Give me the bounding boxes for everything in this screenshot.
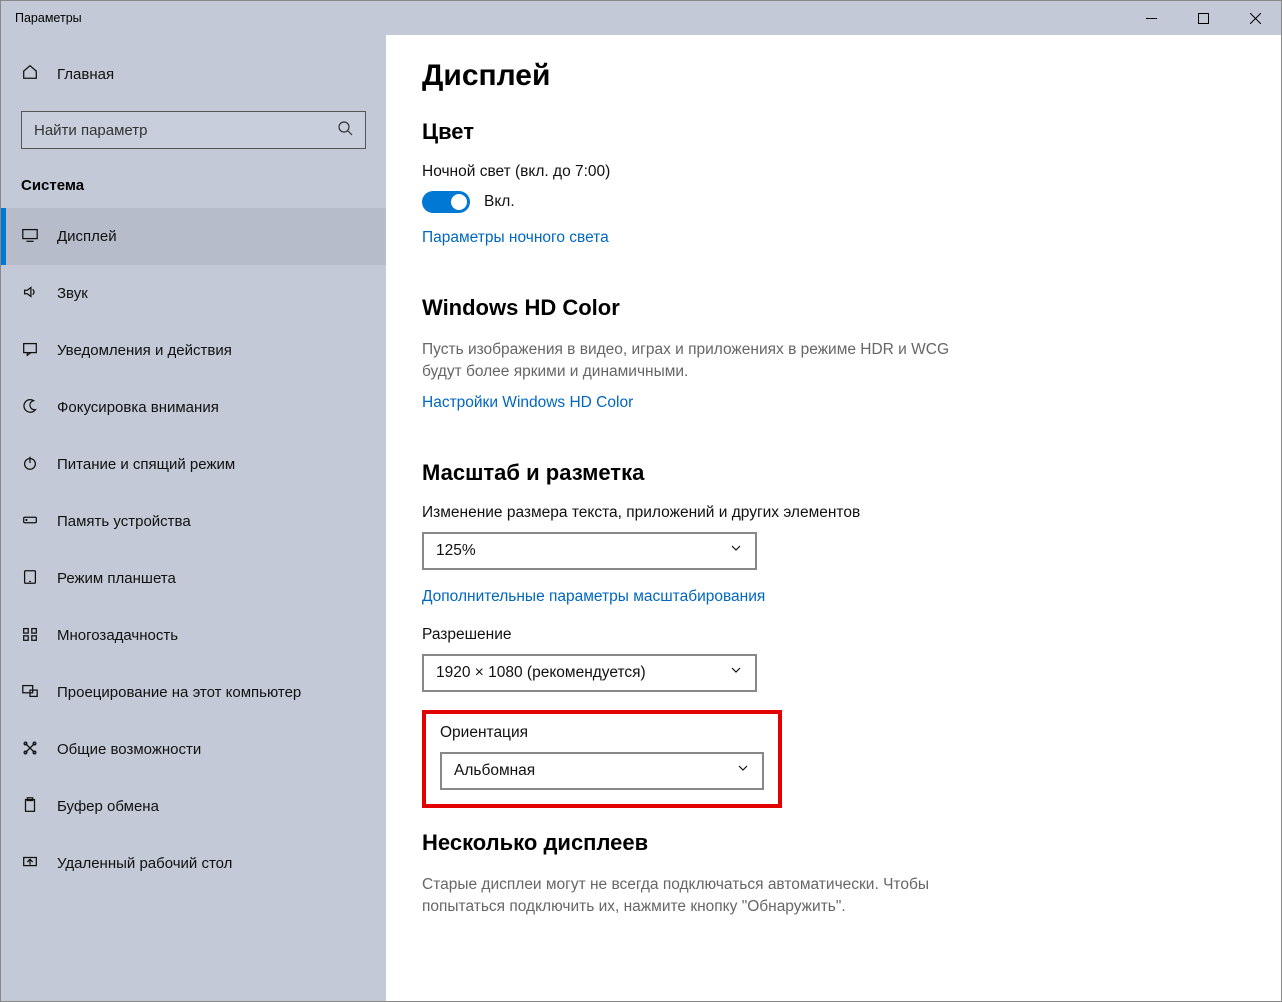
resolution-value: 1920 × 1080 (рекомендуется) [436, 664, 646, 682]
sidebar-item-label: Общие возможности [57, 741, 201, 758]
sidebar-item-label: Режим планшета [57, 570, 176, 587]
night-light-toggle[interactable] [422, 191, 470, 213]
scale-value: 125% [436, 542, 476, 560]
content-pane: Дисплей Цвет Ночной свет (вкл. до 7:00) … [386, 35, 1281, 1001]
moon-icon [21, 397, 39, 419]
sidebar-home-label: Главная [57, 66, 114, 83]
night-light-settings-link[interactable]: Параметры ночного света [422, 229, 609, 247]
remote-icon [21, 853, 39, 875]
sidebar-item-label: Проецирование на этот компьютер [57, 684, 301, 701]
sidebar-item-storage[interactable]: Память устройства [1, 493, 386, 550]
section-multiple-displays: Несколько дисплеев [422, 830, 1241, 856]
close-button[interactable] [1229, 1, 1281, 35]
section-color: Цвет [422, 119, 1241, 145]
shared-icon [21, 739, 39, 761]
page-title: Дисплей [422, 59, 1241, 93]
orientation-dropdown[interactable]: Альбомная [440, 752, 764, 790]
sidebar-item-notifications[interactable]: Уведомления и действия [1, 322, 386, 379]
sound-icon [21, 283, 39, 305]
search-input[interactable] [21, 111, 366, 149]
sidebar-item-remote[interactable]: Удаленный рабочий стол [1, 835, 386, 892]
minimize-button[interactable] [1125, 1, 1177, 35]
sidebar-item-shared[interactable]: Общие возможности [1, 721, 386, 778]
resolution-label: Разрешение [422, 626, 1241, 644]
resolution-dropdown[interactable]: 1920 × 1080 (рекомендуется) [422, 654, 757, 692]
orientation-label: Ориентация [440, 724, 764, 742]
sidebar-item-multitask[interactable]: Многозадачность [1, 607, 386, 664]
search-field[interactable] [34, 122, 337, 139]
orientation-value: Альбомная [454, 762, 535, 780]
titlebar: Параметры [1, 1, 1281, 35]
storage-icon [21, 511, 39, 533]
sidebar-item-projecting[interactable]: Проецирование на этот компьютер [1, 664, 386, 721]
section-hdr: Windows HD Color [422, 295, 1241, 321]
sidebar-item-label: Буфер обмена [57, 798, 159, 815]
sidebar-item-label: Дисплей [57, 228, 117, 245]
multiple-displays-desc: Старые дисплеи могут не всегда подключат… [422, 874, 982, 919]
chevron-down-icon [736, 761, 750, 780]
sidebar-item-label: Многозадачность [57, 627, 178, 644]
sidebar-item-label: Память устройства [57, 513, 191, 530]
sidebar-item-label: Уведомления и действия [57, 342, 232, 359]
sidebar-item-clipboard[interactable]: Буфер обмена [1, 778, 386, 835]
scale-dropdown[interactable]: 125% [422, 532, 757, 570]
orientation-highlight: Ориентация Альбомная [422, 710, 782, 808]
section-scale: Масштаб и разметка [422, 460, 1241, 486]
sidebar-item-power[interactable]: Питание и спящий режим [1, 436, 386, 493]
scale-label: Изменение размера текста, приложений и д… [422, 504, 1241, 522]
chevron-down-icon [729, 663, 743, 682]
window-title: Параметры [1, 11, 1125, 25]
sidebar-item-label: Удаленный рабочий стол [57, 855, 232, 872]
hdr-description: Пусть изображения в видео, играх и прило… [422, 339, 982, 384]
search-icon [337, 120, 353, 141]
sidebar-item-display[interactable]: Дисплей [1, 208, 386, 265]
clipboard-icon [21, 796, 39, 818]
toggle-state-label: Вкл. [484, 193, 515, 211]
sidebar-item-label: Фокусировка внимания [57, 399, 219, 416]
tablet-icon [21, 568, 39, 590]
maximize-button[interactable] [1177, 1, 1229, 35]
sidebar: Главная Система Дисплей Звук Уведомления… [1, 35, 386, 1001]
project-icon [21, 682, 39, 704]
hdr-settings-link[interactable]: Настройки Windows HD Color [422, 394, 633, 412]
sidebar-item-tablet[interactable]: Режим планшета [1, 550, 386, 607]
sidebar-item-label: Звук [57, 285, 88, 302]
advanced-scaling-link[interactable]: Дополнительные параметры масштабирования [422, 588, 765, 606]
multitask-icon [21, 625, 39, 647]
sidebar-item-label: Питание и спящий режим [57, 456, 235, 473]
night-light-label: Ночной свет (вкл. до 7:00) [422, 163, 1241, 181]
sidebar-item-focus[interactable]: Фокусировка внимания [1, 379, 386, 436]
sidebar-section-label: Система [1, 167, 386, 208]
sidebar-item-sound[interactable]: Звук [1, 265, 386, 322]
home-icon [21, 63, 39, 85]
chevron-down-icon [729, 541, 743, 560]
notifications-icon [21, 340, 39, 362]
power-icon [21, 454, 39, 476]
sidebar-home[interactable]: Главная [1, 51, 386, 97]
display-icon [21, 226, 39, 248]
